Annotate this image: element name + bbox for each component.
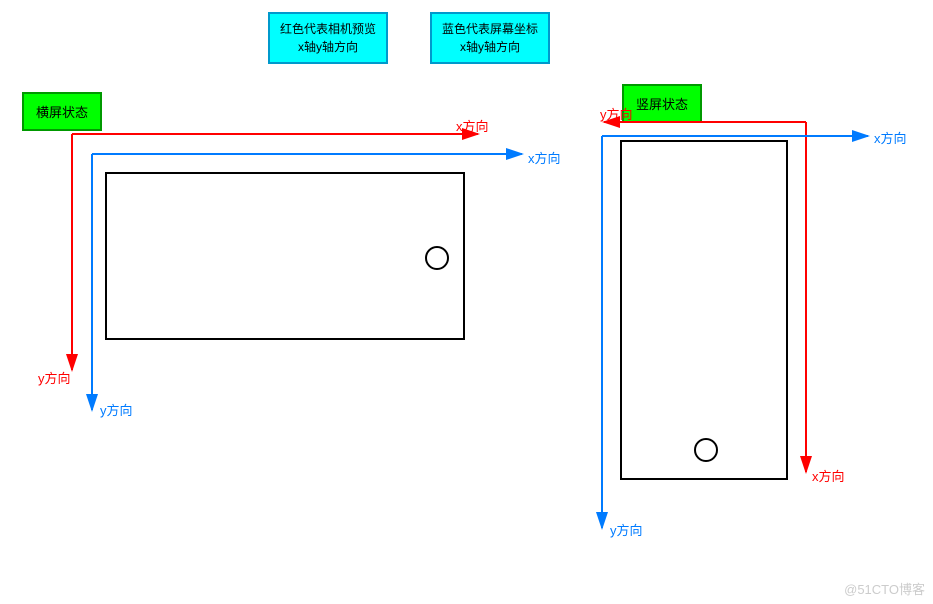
portrait-blue-y-label: y方向	[610, 520, 643, 539]
landscape-red-y-label: y方向	[38, 368, 71, 387]
legend-red: 红色代表相机预览 x轴y轴方向	[268, 12, 388, 64]
portrait-red-y-label: y方向	[600, 104, 633, 123]
landscape-phone	[105, 172, 465, 340]
portrait-blue-x-label: x方向	[874, 128, 907, 147]
legend-blue-line1: 蓝色代表屏幕坐标	[442, 22, 538, 36]
legend-red-line2: x轴y轴方向	[298, 40, 358, 54]
portrait-phone	[620, 140, 788, 480]
landscape-state-label: 横屏状态	[22, 92, 102, 131]
landscape-blue-y-label: y方向	[100, 400, 133, 419]
landscape-blue-x-label: x方向	[528, 148, 561, 167]
legend-red-line1: 红色代表相机预览	[280, 22, 376, 36]
legend-blue: 蓝色代表屏幕坐标 x轴y轴方向	[430, 12, 550, 64]
landscape-home-button	[425, 246, 449, 270]
portrait-state-label: 竖屏状态	[622, 84, 702, 123]
portrait-red-x-label: x方向	[812, 466, 845, 485]
landscape-red-x-label: x方向	[456, 116, 489, 135]
legend-blue-line2: x轴y轴方向	[460, 40, 520, 54]
portrait-home-button	[694, 438, 718, 462]
watermark: @51CTO博客	[844, 579, 925, 598]
